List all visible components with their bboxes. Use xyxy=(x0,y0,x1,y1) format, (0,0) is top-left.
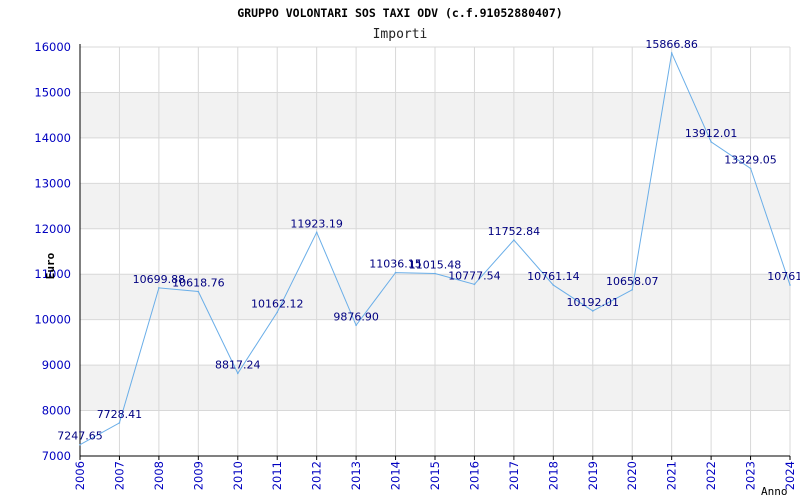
data-label: 10761.8 xyxy=(767,270,800,283)
data-label: 9876.90 xyxy=(333,310,379,323)
y-tick-label: 15000 xyxy=(34,85,71,99)
data-point xyxy=(197,290,200,293)
data-label: 10162.12 xyxy=(251,297,304,310)
data-label: 8817.24 xyxy=(215,358,261,371)
y-tick-label: 10000 xyxy=(34,313,71,327)
data-point xyxy=(434,272,436,275)
data-label: 13329.05 xyxy=(724,153,777,166)
data-point xyxy=(513,239,515,241)
y-tick-label: 7000 xyxy=(42,449,71,463)
x-tick-label: 2012 xyxy=(310,461,324,490)
data-label: 7247.65 xyxy=(57,430,103,443)
y-tick-label: 12000 xyxy=(34,222,71,236)
data-point xyxy=(118,422,121,424)
data-point xyxy=(276,311,279,314)
x-axis-label: Anno xyxy=(761,485,788,498)
data-label: 7728.41 xyxy=(97,408,143,421)
data-point xyxy=(315,231,318,234)
data-point xyxy=(158,287,160,289)
y-tick-labels: 7000800090001000011000120001300014000150… xyxy=(34,40,71,463)
x-tick-label: 2016 xyxy=(467,461,481,490)
y-tick-label: 8000 xyxy=(42,404,71,418)
y-tick-label: 16000 xyxy=(34,40,71,54)
x-tick-label: 2009 xyxy=(191,461,205,490)
x-tick-label: 2006 xyxy=(73,461,87,490)
x-tick-label: 2018 xyxy=(546,461,560,490)
data-point xyxy=(710,141,712,143)
x-tick-label: 2008 xyxy=(152,461,166,490)
data-point xyxy=(79,443,81,446)
data-label: 10618.76 xyxy=(172,277,225,290)
x-tick-label: 2021 xyxy=(665,461,679,490)
data-label: 10777.54 xyxy=(448,269,501,282)
x-tick-label: 2017 xyxy=(507,461,521,490)
x-tick-labels: 2006 2007 2008 2009 2010 2011 2012 2013 2014 2015… xyxy=(73,461,797,490)
data-point xyxy=(394,271,397,274)
x-tick-label: 2014 xyxy=(389,461,403,490)
data-point xyxy=(473,283,476,286)
y-axis-label: Euro xyxy=(44,252,57,279)
x-tick-label: 2019 xyxy=(586,461,600,490)
x-tick-label: 2013 xyxy=(349,461,363,490)
x-tick-label: 2020 xyxy=(625,461,639,490)
chart-subtitle: Importi xyxy=(373,27,428,42)
data-label: 10658.07 xyxy=(606,275,659,288)
data-label: 10192.01 xyxy=(567,296,620,309)
data-point xyxy=(591,310,594,312)
y-tick-label: 13000 xyxy=(34,176,71,190)
data-label: 11752.84 xyxy=(488,225,541,238)
y-tick-label: 9000 xyxy=(42,358,71,372)
data-point xyxy=(789,284,791,286)
chart-title: GRUPPO VOLONTARI SOS TAXI ODV (c.f.91052… xyxy=(237,6,562,20)
data-label: 11923.19 xyxy=(290,217,343,230)
data-point xyxy=(631,288,634,291)
data-point xyxy=(749,167,752,170)
x-tick-label: 2015 xyxy=(428,461,442,490)
x-tick-label: 2023 xyxy=(744,461,758,490)
line-chart: 7000800090001000011000120001300014000150… xyxy=(34,6,800,498)
data-point xyxy=(355,324,357,327)
data-label: 13912.01 xyxy=(685,127,738,140)
y-tick-label: 14000 xyxy=(34,131,71,145)
data-label: 15866.86 xyxy=(645,38,698,51)
data-point xyxy=(670,52,673,54)
data-label: 10761.14 xyxy=(527,270,580,283)
x-tick-label: 2010 xyxy=(231,461,245,490)
x-tick-label: 2007 xyxy=(112,461,126,490)
data-point xyxy=(236,372,239,375)
x-tick-label: 2022 xyxy=(704,461,718,490)
data-point xyxy=(552,284,555,286)
x-tick-label: 2011 xyxy=(270,461,284,490)
